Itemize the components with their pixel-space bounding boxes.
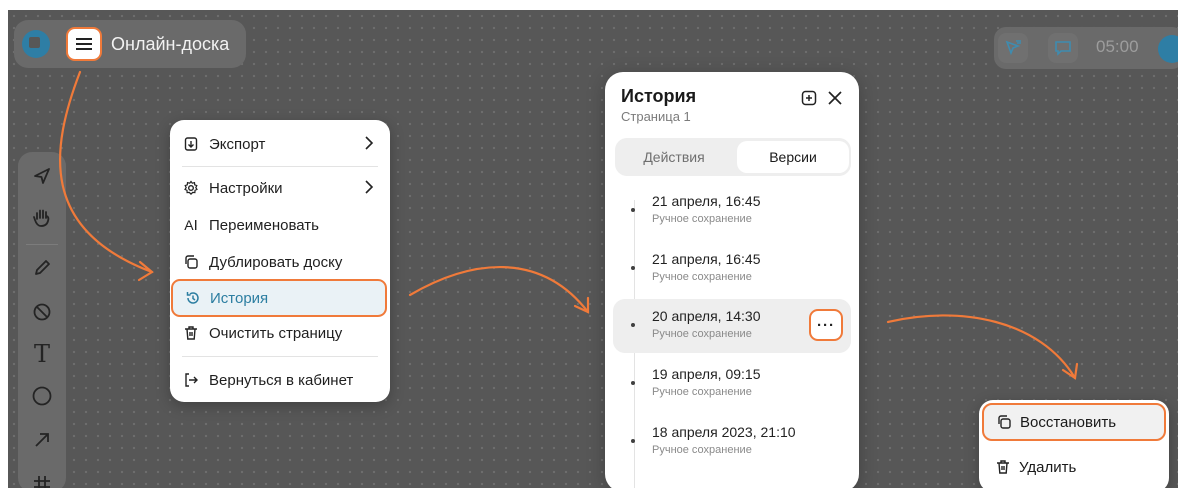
export-icon bbox=[182, 135, 200, 153]
panel-subtitle: Страница 1 bbox=[621, 109, 691, 124]
history-tabs: Действия Версии bbox=[615, 138, 851, 176]
timer[interactable]: 05:00 bbox=[1096, 37, 1139, 57]
timeline-dot bbox=[631, 266, 635, 270]
history-icon bbox=[184, 289, 202, 307]
version-kind: Ручное сохранение bbox=[652, 444, 752, 456]
version-kind: Ручное сохранение bbox=[652, 271, 752, 283]
version-kind: Ручное сохранение bbox=[652, 213, 752, 225]
eraser-tool[interactable] bbox=[28, 298, 56, 326]
menu-item-back-to-cabinet[interactable]: Вернуться в кабинет bbox=[182, 363, 382, 397]
circle-icon bbox=[32, 386, 52, 406]
version-date: 19 апреля, 09:15 bbox=[652, 366, 761, 382]
menu-divider bbox=[182, 166, 378, 167]
version-item[interactable]: 21 апреля, 16:45 Ручное сохранение bbox=[613, 242, 851, 296]
menu-item-label: История bbox=[210, 289, 269, 307]
delete-button[interactable]: Удалить bbox=[984, 450, 1164, 484]
duplicate-icon bbox=[182, 253, 200, 271]
version-item[interactable]: 18 апреля 2023, 21:10 Ручное сохранение bbox=[613, 415, 851, 469]
version-date: 20 апреля, 14:30 bbox=[652, 308, 761, 324]
app-logo-icon[interactable] bbox=[22, 30, 50, 58]
trash-icon bbox=[182, 324, 200, 342]
top-right-toolbar: 05:00 bbox=[994, 27, 1178, 69]
cursor-filter-icon bbox=[1005, 40, 1021, 56]
chevron-right-icon bbox=[365, 136, 374, 150]
hand-icon bbox=[33, 209, 50, 227]
menu-item-label: Переименовать bbox=[209, 216, 319, 234]
version-kind: Ручное сохранение bbox=[652, 386, 752, 398]
shape-tool[interactable] bbox=[28, 382, 56, 410]
comment-icon bbox=[1055, 41, 1071, 56]
exit-icon bbox=[182, 371, 200, 389]
toolbar-divider bbox=[26, 244, 58, 245]
version-date: 18 апреля 2023, 21:10 bbox=[652, 424, 796, 440]
pencil-icon bbox=[35, 260, 50, 275]
pen-tool[interactable] bbox=[28, 254, 56, 282]
version-kind: Ручное сохранение bbox=[652, 328, 752, 340]
restore-icon bbox=[996, 414, 1012, 430]
delete-label: Удалить bbox=[1019, 458, 1077, 476]
settings-icon bbox=[182, 179, 200, 197]
grid-icon bbox=[34, 476, 50, 488]
menu-item-settings[interactable]: Настройки bbox=[182, 171, 382, 205]
grid-tool[interactable] bbox=[28, 470, 56, 488]
version-item[interactable]: 21 апреля, 16:45 Ручное сохранение bbox=[613, 184, 851, 238]
hamburger-icon bbox=[76, 38, 92, 50]
more-options-button[interactable]: ··· bbox=[809, 309, 843, 341]
version-item[interactable]: 19 апреля, 09:15 Ручное сохранение bbox=[613, 357, 851, 411]
chevron-right-icon bbox=[365, 180, 374, 194]
timeline-dot bbox=[631, 381, 635, 385]
menu-item-export[interactable]: Экспорт bbox=[182, 127, 382, 161]
menu-item-label: Настройки bbox=[209, 179, 283, 197]
menu-item-history[interactable]: История bbox=[171, 279, 387, 317]
main-menu-button[interactable] bbox=[66, 27, 102, 61]
version-date: 21 апреля, 16:45 bbox=[652, 251, 761, 267]
menu-item-label: Экспорт bbox=[209, 135, 266, 153]
arrow-tool[interactable] bbox=[28, 426, 56, 454]
menu-item-label: Очистить страницу bbox=[209, 324, 343, 342]
version-date: 21 апреля, 16:45 bbox=[652, 193, 761, 209]
cursor-filter-button[interactable] bbox=[998, 33, 1028, 63]
timeline-dot bbox=[631, 439, 635, 443]
text-tool[interactable]: T bbox=[28, 340, 56, 368]
panel-title: История bbox=[621, 86, 697, 106]
history-panel: История Страница 1 Действия Версии 21 ап… bbox=[605, 72, 859, 488]
restore-button[interactable]: Восстановить bbox=[982, 403, 1166, 441]
version-context-menu: Восстановить Удалить bbox=[979, 400, 1169, 488]
menu-item-label: Дублировать доску bbox=[209, 253, 343, 271]
hand-tool[interactable] bbox=[28, 204, 56, 232]
menu-divider bbox=[182, 356, 378, 357]
pointer-icon bbox=[34, 168, 50, 184]
board-name[interactable]: Онлайн-доска bbox=[111, 34, 229, 55]
avatar[interactable] bbox=[1158, 35, 1178, 63]
menu-item-duplicate[interactable]: Дублировать доску bbox=[182, 245, 382, 279]
menu-item-label: Вернуться в кабинет bbox=[209, 371, 354, 389]
main-menu: Экспорт Настройки AI Переименовать Дубли… bbox=[170, 120, 390, 402]
timeline-dot bbox=[631, 208, 635, 212]
arrow-icon bbox=[35, 433, 49, 447]
left-toolbar: T bbox=[18, 152, 66, 488]
tab-actions[interactable]: Действия bbox=[615, 138, 733, 176]
comments-button[interactable] bbox=[1048, 33, 1078, 63]
menu-item-clear-page[interactable]: Очистить страницу bbox=[182, 316, 382, 350]
trash-icon bbox=[995, 459, 1011, 475]
tab-versions[interactable]: Версии bbox=[737, 141, 849, 173]
restore-label: Восстановить bbox=[1020, 413, 1117, 431]
eraser-icon bbox=[33, 303, 51, 321]
menu-item-rename[interactable]: AI Переименовать bbox=[182, 208, 382, 242]
board-title-bar: Онлайн-доска bbox=[14, 20, 246, 68]
save-version-icon[interactable] bbox=[800, 89, 818, 107]
text-icon: T bbox=[33, 340, 50, 368]
rename-icon: AI bbox=[184, 216, 198, 234]
timeline-dot bbox=[631, 323, 635, 327]
select-tool[interactable] bbox=[28, 162, 56, 190]
close-icon[interactable] bbox=[827, 90, 843, 106]
version-item-selected[interactable]: 20 апреля, 14:30 Ручное сохранение ··· bbox=[613, 299, 851, 353]
